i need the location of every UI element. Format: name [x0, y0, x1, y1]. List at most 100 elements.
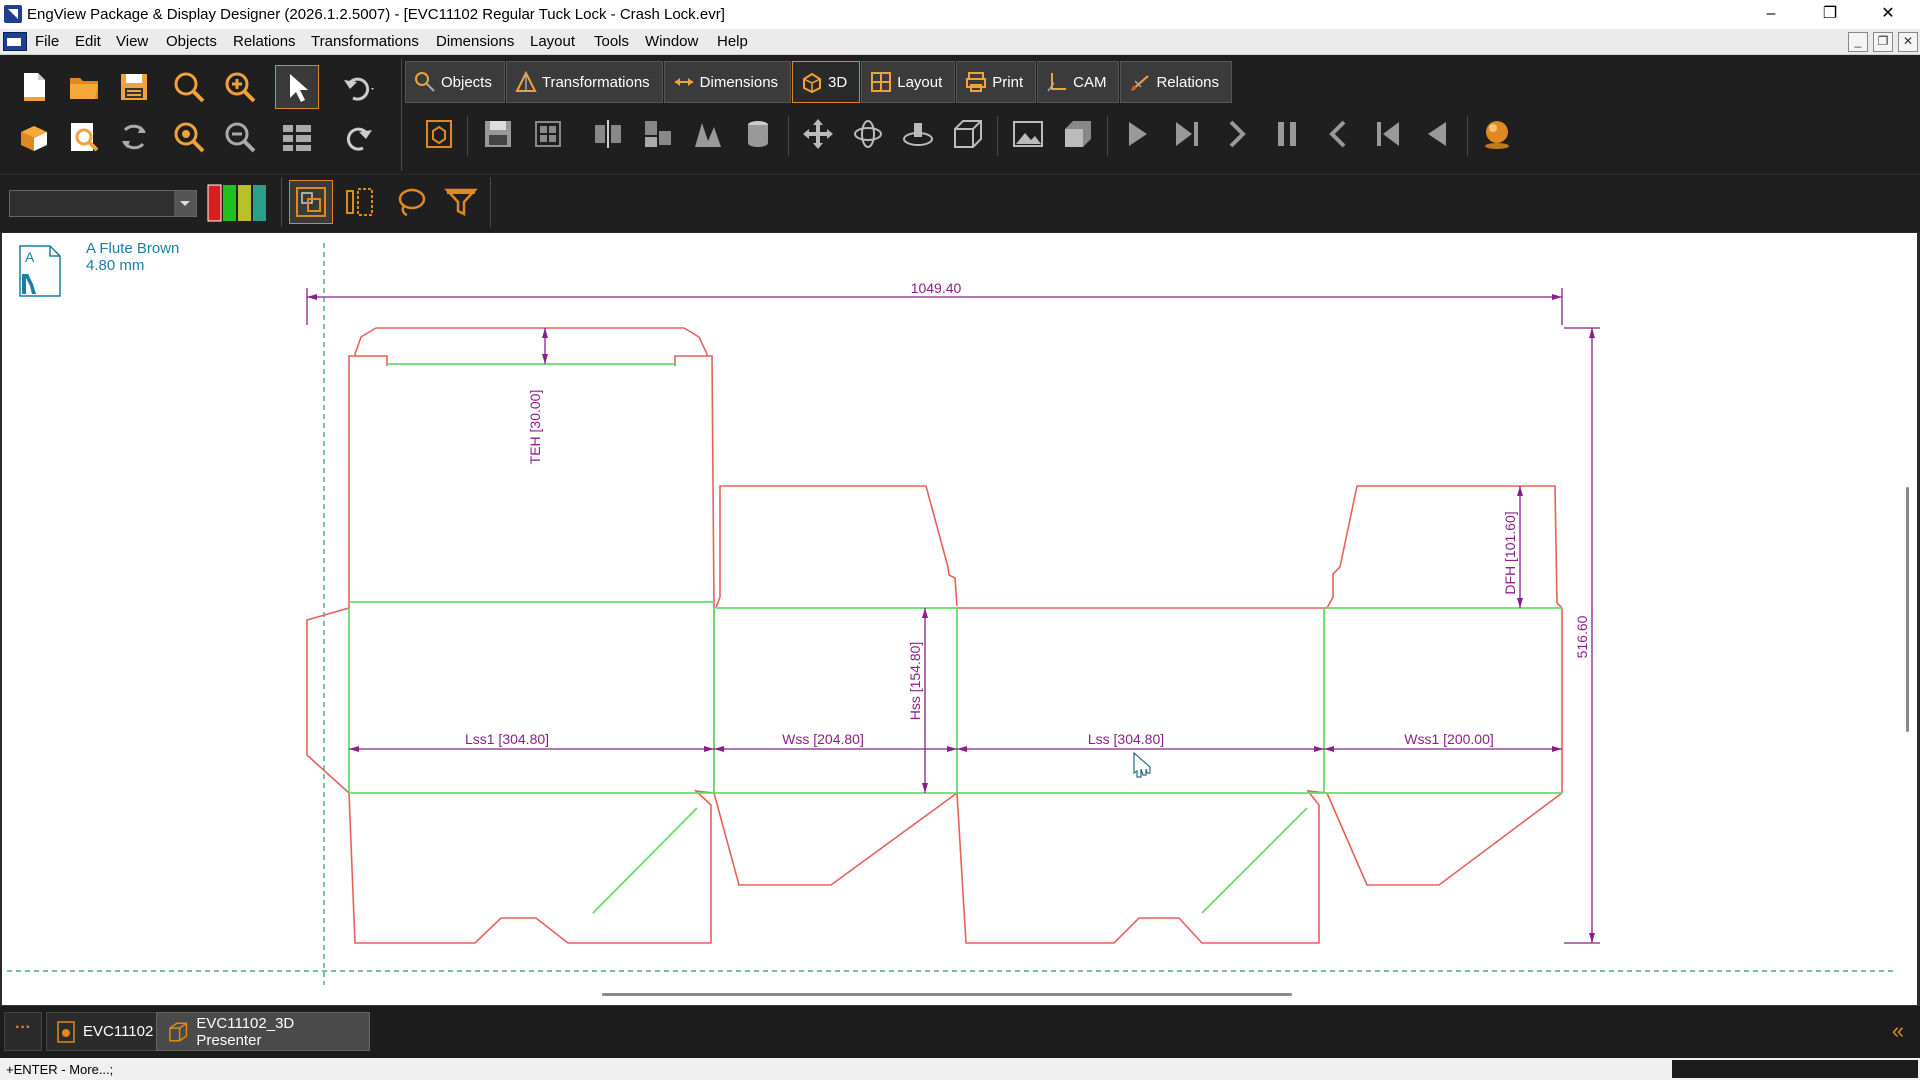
menu-file[interactable]: File: [35, 33, 59, 50]
tab-print[interactable]: Print: [956, 61, 1037, 103]
color-palette-icon[interactable]: [203, 180, 273, 225]
zoom-out-icon[interactable]: [219, 116, 261, 158]
select-arrow-icon[interactable]: [275, 65, 319, 109]
mdi-minimize-button[interactable]: _: [1848, 32, 1868, 52]
3d-icon: [803, 72, 822, 93]
frame-select-icon[interactable]: [289, 180, 333, 224]
layers-list-icon[interactable]: [276, 116, 318, 158]
menu-transformations[interactable]: Transformations: [311, 33, 419, 50]
step-back-icon[interactable]: [1317, 113, 1359, 155]
layout-icon: [871, 72, 892, 92]
tab-layout[interactable]: Layout: [861, 61, 956, 103]
dieline-drawing[interactable]: 1049.40 516.60 TEH [30.00] DFH [101.60] …: [2, 233, 1917, 985]
menu-objects[interactable]: Objects: [166, 33, 217, 50]
pause-icon[interactable]: [1266, 113, 1308, 155]
tab-layout-label: Layout: [897, 73, 943, 91]
minimize-button[interactable]: –: [1751, 2, 1791, 26]
3d-presenter-icon: [169, 1022, 188, 1041]
tab-transformations-label: Transformations: [541, 73, 650, 91]
redo-icon[interactable]: [337, 116, 379, 158]
mouse-cursor-icon: [1133, 751, 1151, 778]
objects-icon: [415, 72, 435, 92]
new-file-icon[interactable]: [13, 66, 55, 108]
lss-dim-label: Lss [304.80]: [1088, 731, 1164, 747]
doc-tab-evc11102-label: EVC11102: [83, 1023, 154, 1040]
3d-presenter-icon[interactable]: [418, 113, 460, 155]
layer-combo[interactable]: [9, 190, 197, 217]
menu-window[interactable]: Window: [645, 33, 698, 50]
orbit-icon[interactable]: [897, 113, 939, 155]
rotate-3d-icon[interactable]: [847, 113, 889, 155]
close-button[interactable]: ✕: [1868, 2, 1908, 26]
collapse-panel-button[interactable]: «: [1880, 1012, 1916, 1049]
lighting-sphere-icon[interactable]: [1476, 113, 1518, 155]
menu-dimensions[interactable]: Dimensions: [436, 33, 514, 50]
3d-grid-icon[interactable]: [527, 113, 569, 155]
fold-panels-icon[interactable]: [687, 113, 729, 155]
material-thickness: 4.80 mm: [86, 257, 145, 274]
reverse-play-icon[interactable]: [1417, 113, 1459, 155]
filter-icon[interactable]: [440, 181, 482, 223]
wireframe-box-icon[interactable]: [947, 113, 989, 155]
horizontal-scroll-thumb[interactable]: [602, 993, 1292, 996]
tab-dimensions[interactable]: Dimensions: [663, 61, 792, 103]
skip-end-icon[interactable]: [1166, 113, 1208, 155]
material-info: A Flute Brown 4.80 mm: [86, 240, 179, 274]
zoom-fit-icon[interactable]: [168, 116, 210, 158]
tab-relations[interactable]: Relations: [1120, 61, 1233, 103]
maximize-button[interactable]: ❐: [1810, 2, 1850, 26]
dashed-frame-icon[interactable]: [340, 181, 382, 223]
more-tabs-button[interactable]: ···: [4, 1012, 42, 1051]
menu-help[interactable]: Help: [717, 33, 748, 50]
solid-box-icon[interactable]: [1057, 113, 1099, 155]
hss-dim-label: Hss [154.80]: [907, 642, 923, 721]
teh-dim-label: TEH [30.00]: [527, 390, 543, 465]
align-bottom-icon[interactable]: [637, 113, 679, 155]
zoom-in-icon[interactable]: [219, 66, 261, 108]
tab-3d[interactable]: 3D: [792, 61, 861, 103]
material-letter: A: [25, 249, 35, 265]
wss-dim-label: Wss [204.80]: [782, 731, 864, 747]
mdi-restore-button[interactable]: ❐: [1873, 32, 1893, 52]
doc-tab-3d-presenter[interactable]: EVC11102_3D Presenter: [156, 1012, 370, 1051]
save-3d-icon[interactable]: [477, 113, 519, 155]
vertical-scroll-thumb[interactable]: [1906, 487, 1909, 732]
menu-bar: File Edit View Objects Relations Transfo…: [0, 29, 1920, 55]
title-bar: EngView Package & Display Designer (2026…: [0, 0, 1920, 29]
cam-icon: [1047, 73, 1067, 92]
print-preview-icon[interactable]: [63, 116, 105, 158]
step-forward-icon[interactable]: [1216, 113, 1258, 155]
chevron-down-icon[interactable]: [174, 191, 196, 216]
drawing-canvas[interactable]: 1049.40 516.60 TEH [30.00] DFH [101.60] …: [2, 233, 1917, 985]
refresh-icon[interactable]: [113, 116, 155, 158]
cylinder-icon[interactable]: [737, 113, 779, 155]
align-center-icon[interactable]: [587, 113, 629, 155]
tab-cam[interactable]: CAM: [1037, 61, 1120, 103]
wss1-dim-label: Wss1 [200.00]: [1404, 731, 1494, 747]
dimension-lines: [306, 288, 1600, 944]
skip-start-icon[interactable]: [1367, 113, 1409, 155]
lasso-icon[interactable]: [390, 181, 432, 223]
save-icon[interactable]: [113, 66, 155, 108]
undo-icon[interactable]: [337, 66, 379, 108]
menu-edit[interactable]: Edit: [75, 33, 101, 50]
menu-tools[interactable]: Tools: [594, 33, 629, 50]
background-image-icon[interactable]: [1007, 113, 1049, 155]
open-folder-icon[interactable]: [63, 66, 105, 108]
menu-relations[interactable]: Relations: [233, 33, 296, 50]
zoom-icon[interactable]: [168, 66, 210, 108]
status-bar: +ENTER - More...;: [0, 1058, 1920, 1080]
mdi-close-button[interactable]: ✕: [1898, 32, 1918, 52]
tab-transformations[interactable]: Transformations: [505, 61, 663, 103]
doc-tab-3d-presenter-label: EVC11102_3D Presenter: [196, 1014, 295, 1049]
menu-view[interactable]: View: [116, 33, 148, 50]
material-icon[interactable]: A: [18, 244, 62, 298]
package-icon[interactable]: [13, 116, 55, 158]
doc-tab-evc11102[interactable]: EVC11102: [46, 1012, 170, 1051]
move-icon[interactable]: [797, 113, 839, 155]
menu-layout[interactable]: Layout: [530, 33, 575, 50]
play-icon[interactable]: [1116, 113, 1158, 155]
overall-width-label: 1049.40: [911, 280, 962, 296]
document-menu-icon[interactable]: [3, 32, 27, 51]
tab-objects[interactable]: Objects: [405, 61, 505, 103]
